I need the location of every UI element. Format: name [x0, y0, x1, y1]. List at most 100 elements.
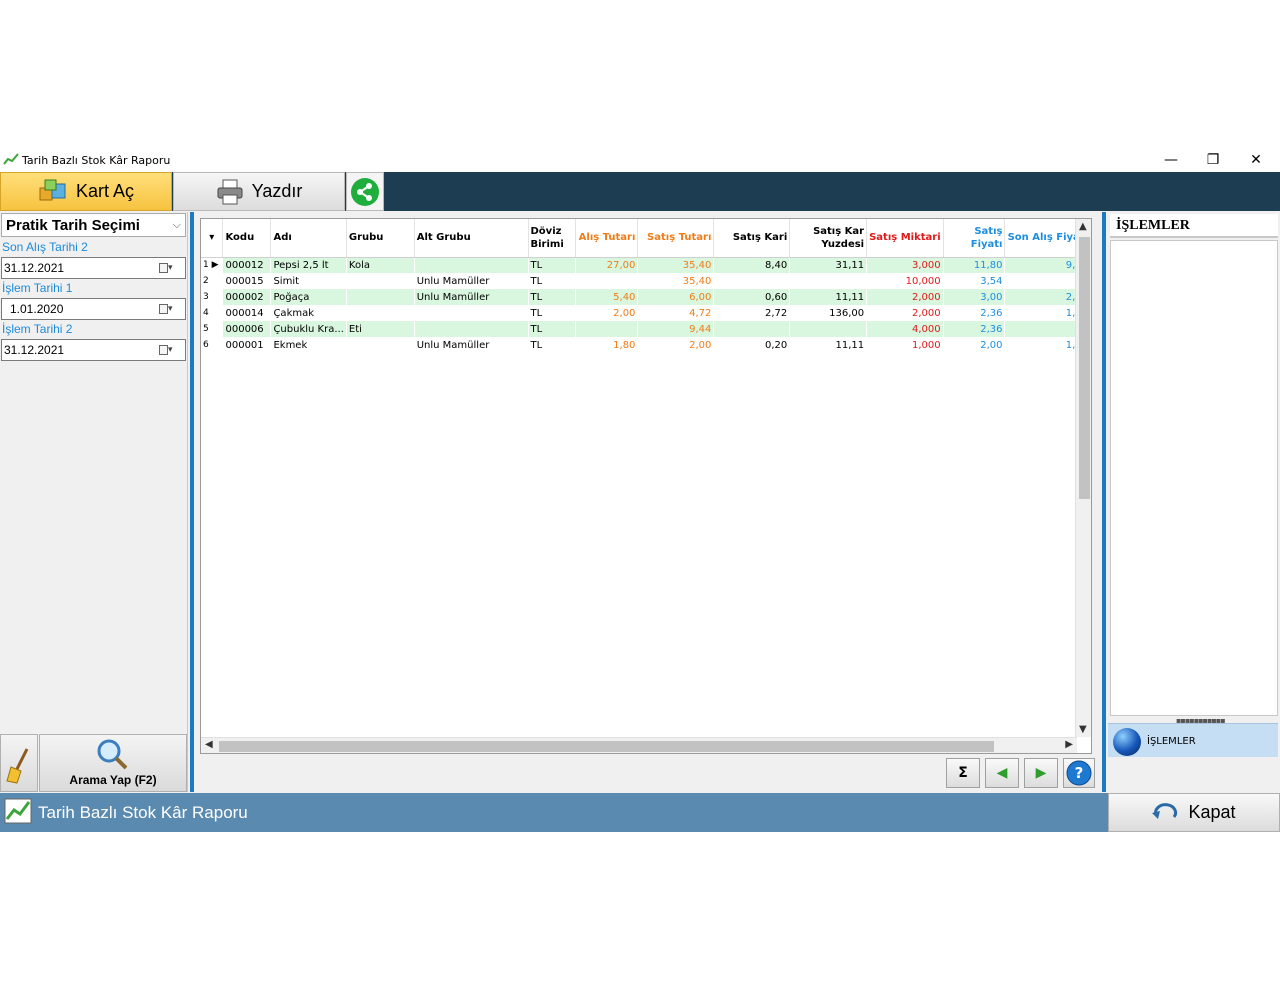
column-header[interactable]: Grubu — [346, 219, 415, 258]
arama-yap-button[interactable]: Arama Yap (F2) — [39, 734, 187, 792]
column-header[interactable]: Satış Fiyatı — [943, 219, 1006, 258]
cell-yuzde[interactable]: 136,00 — [789, 305, 868, 321]
cell-alt[interactable] — [414, 305, 529, 321]
cell-kari[interactable]: 0,60 — [713, 289, 791, 305]
cell-adi[interactable]: Ekmek — [270, 337, 347, 353]
cell-doviz[interactable]: TL — [528, 305, 577, 321]
cell-satis[interactable]: 9,44 — [637, 321, 715, 337]
cell-alt[interactable] — [414, 257, 529, 273]
cell-yuzde[interactable]: 31,11 — [789, 257, 868, 273]
kart-ac-button[interactable]: Kart Aç — [0, 172, 172, 211]
scroll-up-icon[interactable]: ▲ — [1079, 221, 1087, 232]
cell-alis[interactable]: 2,00 — [575, 305, 639, 321]
cell-yuzde[interactable] — [789, 321, 868, 337]
cell-satis[interactable]: 2,00 — [637, 337, 715, 353]
scroll-right-icon[interactable]: ▶ — [1065, 739, 1073, 750]
share-button[interactable] — [346, 172, 384, 211]
cell-doviz[interactable]: TL — [528, 257, 577, 273]
cell-alis[interactable]: 1,80 — [575, 337, 639, 353]
column-header[interactable]: Satış Miktari — [866, 219, 944, 258]
previous-page-button[interactable]: ◀ — [985, 758, 1019, 788]
cell-kari[interactable] — [713, 321, 791, 337]
sum-button[interactable]: Σ — [946, 758, 980, 788]
data-grid[interactable]: ▾ Kodu Adı Grubu Alt Grubu Döviz Birimi … — [200, 218, 1092, 754]
scroll-left-icon[interactable]: ◀ — [205, 739, 213, 750]
cell-adi[interactable]: Simit — [270, 273, 347, 289]
table-row[interactable]: 6 000001 Ekmek Unlu Mamüller TL 1,80 2,00 0,20 1… — [201, 337, 1091, 353]
cell-adi[interactable]: Çubuklu Kra... — [270, 321, 347, 337]
filter-column-header[interactable]: ▾ — [201, 219, 224, 258]
cell-kodu[interactable]: 000006 — [222, 321, 272, 337]
column-header[interactable]: Satış Tutarı — [637, 219, 715, 258]
cell-kodu[interactable]: 000001 — [222, 337, 272, 353]
table-row[interactable]: 1 ▶ 000012 Pepsi 2,5 lt Kola TL 27,00 35,40 8,4… — [201, 257, 1091, 273]
cell-yuzde[interactable] — [789, 273, 868, 289]
calendar-icon[interactable]: ▾ — [159, 303, 179, 315]
next-page-button[interactable]: ▶ — [1024, 758, 1058, 788]
cell-kari[interactable]: 0,20 — [713, 337, 791, 353]
column-header[interactable]: Alış Tutarı — [575, 219, 639, 258]
cell-grubu[interactable] — [346, 337, 415, 353]
yazdir-button[interactable]: Yazdır — [173, 172, 345, 211]
help-button[interactable]: ? — [1063, 758, 1095, 788]
cell-doviz[interactable]: TL — [528, 321, 577, 337]
cell-miktar[interactable]: 4,000 — [866, 321, 944, 337]
cell-yuzde[interactable]: 11,11 — [789, 289, 868, 305]
cell-alis[interactable] — [575, 273, 639, 289]
cell-adi[interactable]: Poğaça — [270, 289, 347, 305]
cell-kari[interactable]: 8,40 — [713, 257, 791, 273]
restore-button[interactable]: ❐ — [1193, 150, 1233, 170]
cell-adi[interactable]: Çakmak — [270, 305, 347, 321]
cell-grubu[interactable] — [346, 273, 415, 289]
islem2-date-field[interactable]: 31.12.2021 ▾ — [1, 339, 186, 361]
cell-miktar[interactable]: 1,000 — [866, 337, 944, 353]
cell-miktar[interactable]: 3,000 — [866, 257, 944, 273]
table-row[interactable]: 3 000002 Poğaça Unlu Mamüller TL 5,40 6,00 0,60… — [201, 289, 1091, 305]
column-header[interactable]: Kodu — [222, 219, 272, 258]
cell-satis[interactable]: 35,40 — [637, 273, 715, 289]
cell-adi[interactable]: Pepsi 2,5 lt — [270, 257, 347, 273]
cell-fiyat[interactable]: 3,00 — [943, 289, 1006, 305]
cell-alt[interactable]: Unlu Mamüller — [414, 273, 529, 289]
cell-alt[interactable] — [414, 321, 529, 337]
cell-fiyat[interactable]: 2,36 — [943, 305, 1006, 321]
cell-alt[interactable]: Unlu Mamüller — [414, 337, 529, 353]
cell-miktar[interactable]: 10,000 — [866, 273, 944, 289]
cell-grubu[interactable]: Eti — [346, 321, 415, 337]
cell-kari[interactable] — [713, 273, 791, 289]
cell-kodu[interactable]: 000015 — [222, 273, 272, 289]
minimize-button[interactable]: — — [1151, 150, 1191, 170]
cell-kodu[interactable]: 000002 — [222, 289, 272, 305]
cell-doviz[interactable]: TL — [528, 289, 577, 305]
calendar-icon[interactable]: ▾ — [159, 344, 179, 356]
cell-kari[interactable]: 2,72 — [713, 305, 791, 321]
cell-yuzde[interactable]: 11,11 — [789, 337, 868, 353]
close-button[interactable]: ✕ — [1236, 150, 1276, 170]
islem1-date-field[interactable]: 1.01.2020 ▾ — [1, 298, 186, 320]
islemler-item[interactable]: İŞLEMLER — [1108, 723, 1278, 757]
cell-doviz[interactable]: TL — [528, 337, 577, 353]
scroll-down-icon[interactable]: ▼ — [1079, 724, 1087, 735]
table-row[interactable]: 2 000015 Simit Unlu Mamüller TL 35,40 10,000 3,… — [201, 273, 1091, 289]
cell-satis[interactable]: 35,40 — [637, 257, 715, 273]
cell-kodu[interactable]: 000014 — [222, 305, 272, 321]
clear-button[interactable] — [0, 734, 38, 792]
table-row[interactable]: 4 000014 Çakmak TL 2,00 4,72 2,72 136,00 2,000 2,… — [201, 305, 1091, 321]
calendar-icon[interactable]: ▾ — [159, 262, 179, 274]
cell-fiyat[interactable]: 11,80 — [943, 257, 1006, 273]
cell-miktar[interactable]: 2,000 — [866, 305, 944, 321]
cell-grubu[interactable]: Kola — [346, 257, 415, 273]
cell-grubu[interactable] — [346, 305, 415, 321]
cell-alis[interactable]: 27,00 — [575, 257, 639, 273]
column-header[interactable]: Adı — [270, 219, 347, 258]
vertical-scroll-thumb[interactable] — [1079, 237, 1090, 499]
cell-fiyat[interactable]: 2,36 — [943, 321, 1006, 337]
cell-satis[interactable]: 6,00 — [637, 289, 715, 305]
column-header[interactable]: Alt Grubu — [414, 219, 529, 258]
right-splitter[interactable] — [1102, 212, 1106, 792]
cell-doviz[interactable]: TL — [528, 273, 577, 289]
cell-satis[interactable]: 4,72 — [637, 305, 715, 321]
cell-grubu[interactable] — [346, 289, 415, 305]
cell-alt[interactable]: Unlu Mamüller — [414, 289, 529, 305]
son-alis-date-field[interactable]: 31.12.2021 ▾ — [1, 257, 186, 279]
